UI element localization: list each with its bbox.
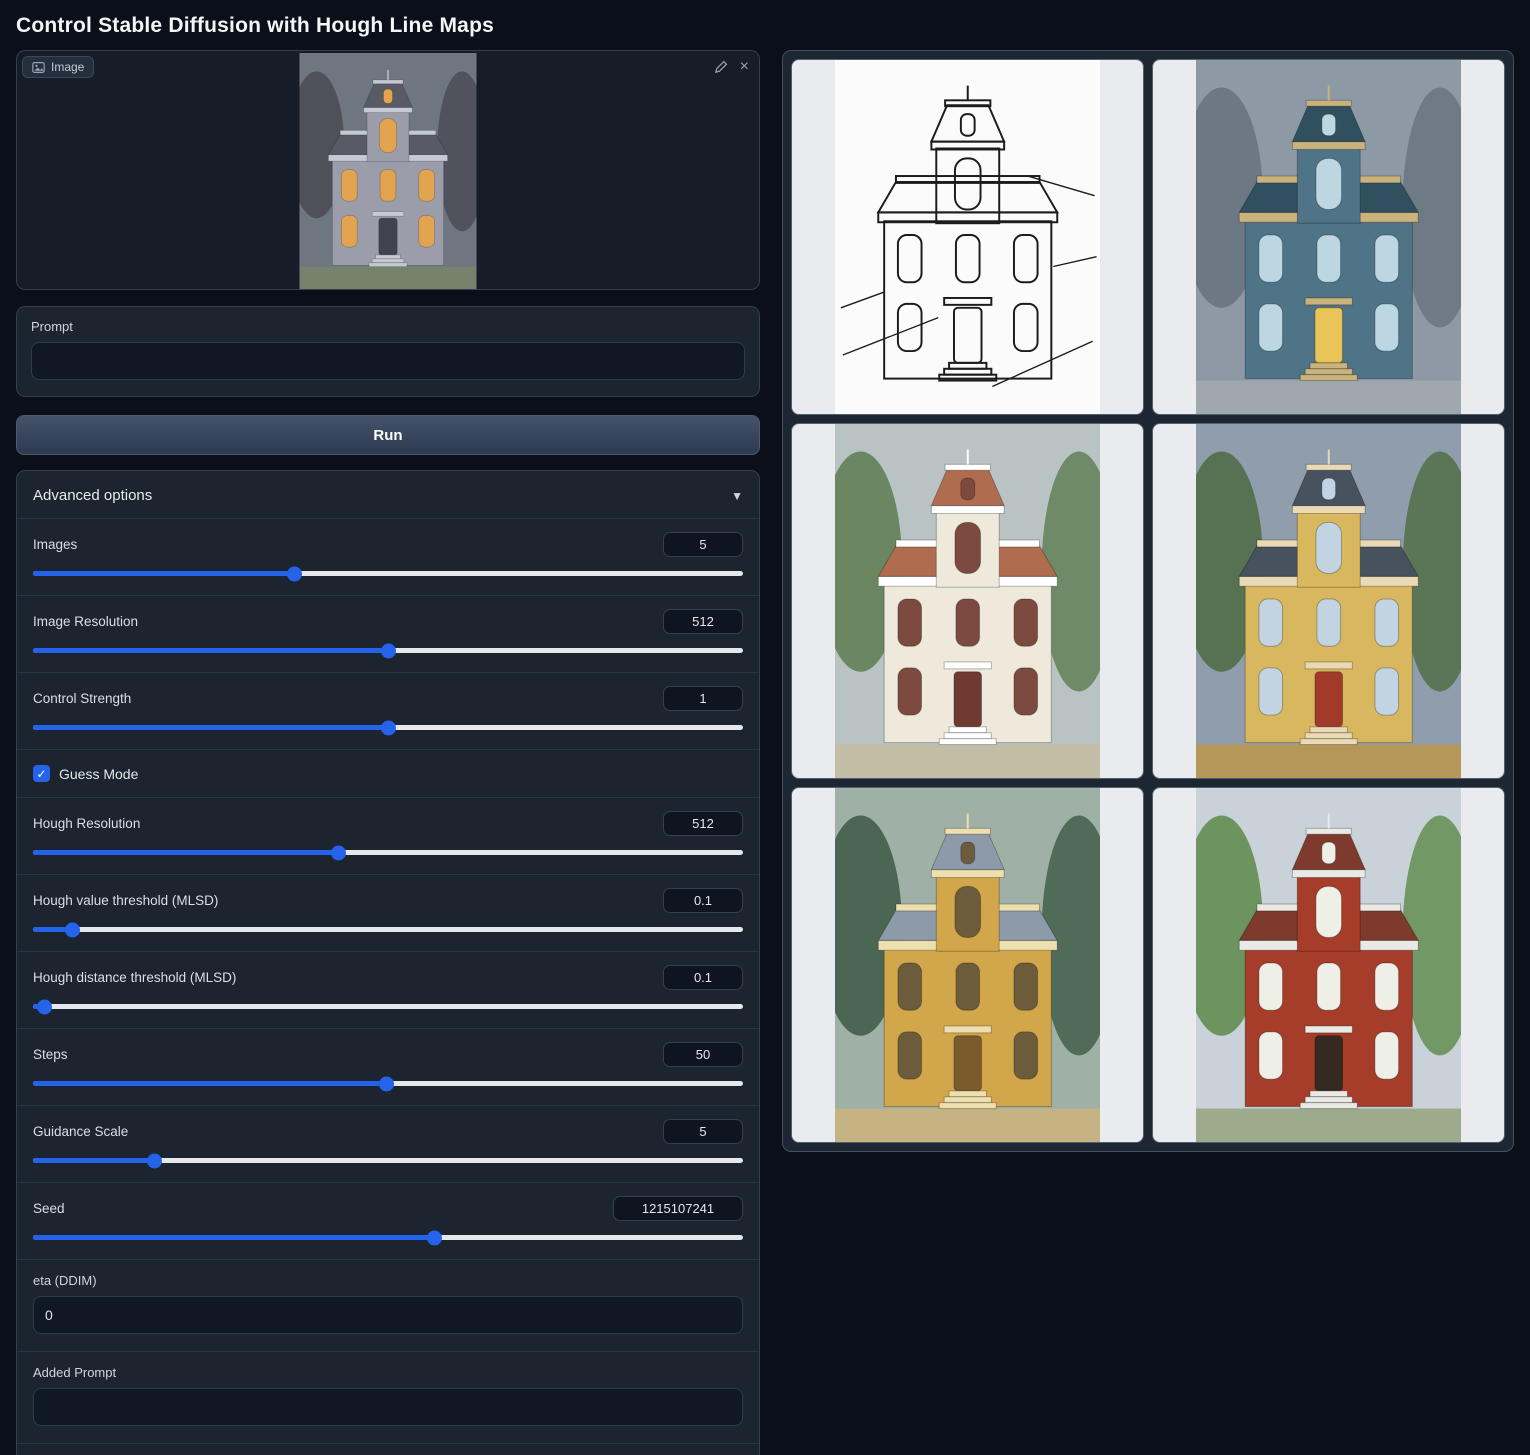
gallery-item-result-yellow-house[interactable] (1152, 423, 1505, 779)
gallery-item-result-red-house[interactable] (1152, 787, 1505, 1143)
added-prompt-field: Added Prompt (17, 1351, 759, 1443)
slider-image-resolution-value[interactable]: 512 (663, 609, 743, 634)
image-upload-panel[interactable]: Image × (16, 50, 760, 290)
run-button[interactable]: Run (16, 415, 760, 455)
slider-hough-value-threshold-thumb[interactable] (65, 922, 80, 937)
slider-hough-resolution: Hough Resolution 512 (17, 797, 759, 874)
gallery-item-result-blue-house[interactable] (1152, 59, 1505, 415)
advanced-options-header[interactable]: Advanced options ▼ (17, 485, 759, 518)
slider-images-thumb[interactable] (287, 566, 302, 581)
clear-icon[interactable]: × (740, 59, 749, 75)
slider-hough-value-threshold-value[interactable]: 0.1 (663, 888, 743, 913)
hough-line-map-image (835, 60, 1101, 414)
slider-control-strength-thumb[interactable] (381, 720, 396, 735)
output-column (782, 50, 1514, 1152)
slider-steps-label: Steps (33, 1047, 68, 1062)
gallery-item-hough-line-map[interactable] (791, 59, 1144, 415)
added-prompt-label: Added Prompt (33, 1365, 743, 1380)
image-icon (32, 61, 45, 74)
image-tab: Image (22, 56, 94, 78)
slider-hough-distance-threshold-value[interactable]: 0.1 (663, 965, 743, 990)
slider-image-resolution-thumb[interactable] (381, 643, 396, 658)
slider-seed-thumb[interactable] (427, 1230, 442, 1245)
guess-mode-label: Guess Mode (59, 766, 138, 782)
slider-hough-resolution-value[interactable]: 512 (663, 811, 743, 836)
page-title: Control Stable Diffusion with Hough Line… (16, 14, 1530, 38)
slider-steps-thumb[interactable] (379, 1076, 394, 1091)
guess-mode-checkbox[interactable]: ✓ (33, 765, 50, 782)
slider-steps: Steps 50 (17, 1028, 759, 1105)
chevron-down-icon: ▼ (731, 489, 743, 503)
slider-control-strength-label: Control Strength (33, 691, 131, 706)
slider-guidance-scale-track[interactable] (33, 1158, 743, 1163)
result-gallery (782, 50, 1514, 1152)
slider-guidance-scale-label: Guidance Scale (33, 1124, 128, 1139)
slider-hough-resolution-label: Hough Resolution (33, 816, 140, 831)
prompt-panel: Prompt (16, 306, 760, 397)
slider-control-strength-track[interactable] (33, 725, 743, 730)
controls-column: Image × Prompt Run Advanced options ▼ (16, 50, 760, 1455)
eta-input[interactable] (33, 1296, 743, 1334)
slider-hough-distance-threshold-label: Hough distance threshold (MLSD) (33, 970, 236, 985)
guess-mode-row: ✓ Guess Mode (17, 749, 759, 797)
slider-hough-value-threshold-label: Hough value threshold (MLSD) (33, 893, 218, 908)
advanced-options-panel: Advanced options ▼ Images 5 Image Resolu… (16, 470, 760, 1455)
gallery-item-result-white-house[interactable] (791, 423, 1144, 779)
result-blue-house-image (1196, 60, 1462, 414)
slider-steps-value[interactable]: 50 (663, 1042, 743, 1067)
input-image-preview (300, 53, 477, 289)
slider-steps-track[interactable] (33, 1081, 743, 1086)
slider-images-track[interactable] (33, 571, 743, 576)
slider-images: Images 5 (17, 518, 759, 595)
added-prompt-input[interactable] (33, 1388, 743, 1426)
gallery-item-result-golden-house[interactable] (791, 787, 1144, 1143)
slider-hough-value-threshold-track[interactable] (33, 927, 743, 932)
slider-images-label: Images (33, 537, 77, 552)
result-golden-house-image (835, 788, 1101, 1142)
image-tab-label: Image (51, 60, 84, 74)
slider-image-resolution-track[interactable] (33, 648, 743, 653)
main-layout: Image × Prompt Run Advanced options ▼ (0, 50, 1530, 1455)
slider-hough-value-threshold: Hough value threshold (MLSD) 0.1 (17, 874, 759, 951)
slider-image-resolution: Image Resolution 512 (17, 595, 759, 672)
slider-seed-track[interactable] (33, 1235, 743, 1240)
prompt-input[interactable] (31, 342, 745, 380)
slider-hough-distance-threshold: Hough distance threshold (MLSD) 0.1 (17, 951, 759, 1028)
check-icon: ✓ (36, 767, 46, 781)
eta-label: eta (DDIM) (33, 1273, 743, 1288)
slider-seed-label: Seed (33, 1201, 65, 1216)
slider-guidance-scale-value[interactable]: 5 (663, 1119, 743, 1144)
slider-seed-value[interactable]: 1215107241 (613, 1196, 743, 1221)
eta-field: eta (DDIM) (17, 1259, 759, 1351)
edit-icon[interactable] (714, 60, 728, 74)
slider-control-strength: Control Strength 1 (17, 672, 759, 749)
slider-images-value[interactable]: 5 (663, 532, 743, 557)
slider-guidance-scale-thumb[interactable] (147, 1153, 162, 1168)
slider-seed: Seed 1215107241 (17, 1182, 759, 1259)
prompt-label: Prompt (31, 319, 745, 334)
negative-prompt-field: Negative Prompt (17, 1443, 759, 1455)
result-yellow-house-image (1196, 424, 1462, 778)
slider-hough-distance-threshold-thumb[interactable] (37, 999, 52, 1014)
gallery-grid (791, 59, 1505, 1143)
slider-hough-distance-threshold-track[interactable] (33, 1004, 743, 1009)
result-white-house-image (835, 424, 1101, 778)
advanced-options-title: Advanced options (33, 487, 152, 504)
slider-hough-resolution-track[interactable] (33, 850, 743, 855)
image-actions: × (714, 59, 749, 75)
slider-image-resolution-label: Image Resolution (33, 614, 138, 629)
result-red-house-image (1196, 788, 1462, 1142)
slider-guidance-scale: Guidance Scale 5 (17, 1105, 759, 1182)
slider-hough-resolution-thumb[interactable] (331, 845, 346, 860)
slider-control-strength-value[interactable]: 1 (663, 686, 743, 711)
